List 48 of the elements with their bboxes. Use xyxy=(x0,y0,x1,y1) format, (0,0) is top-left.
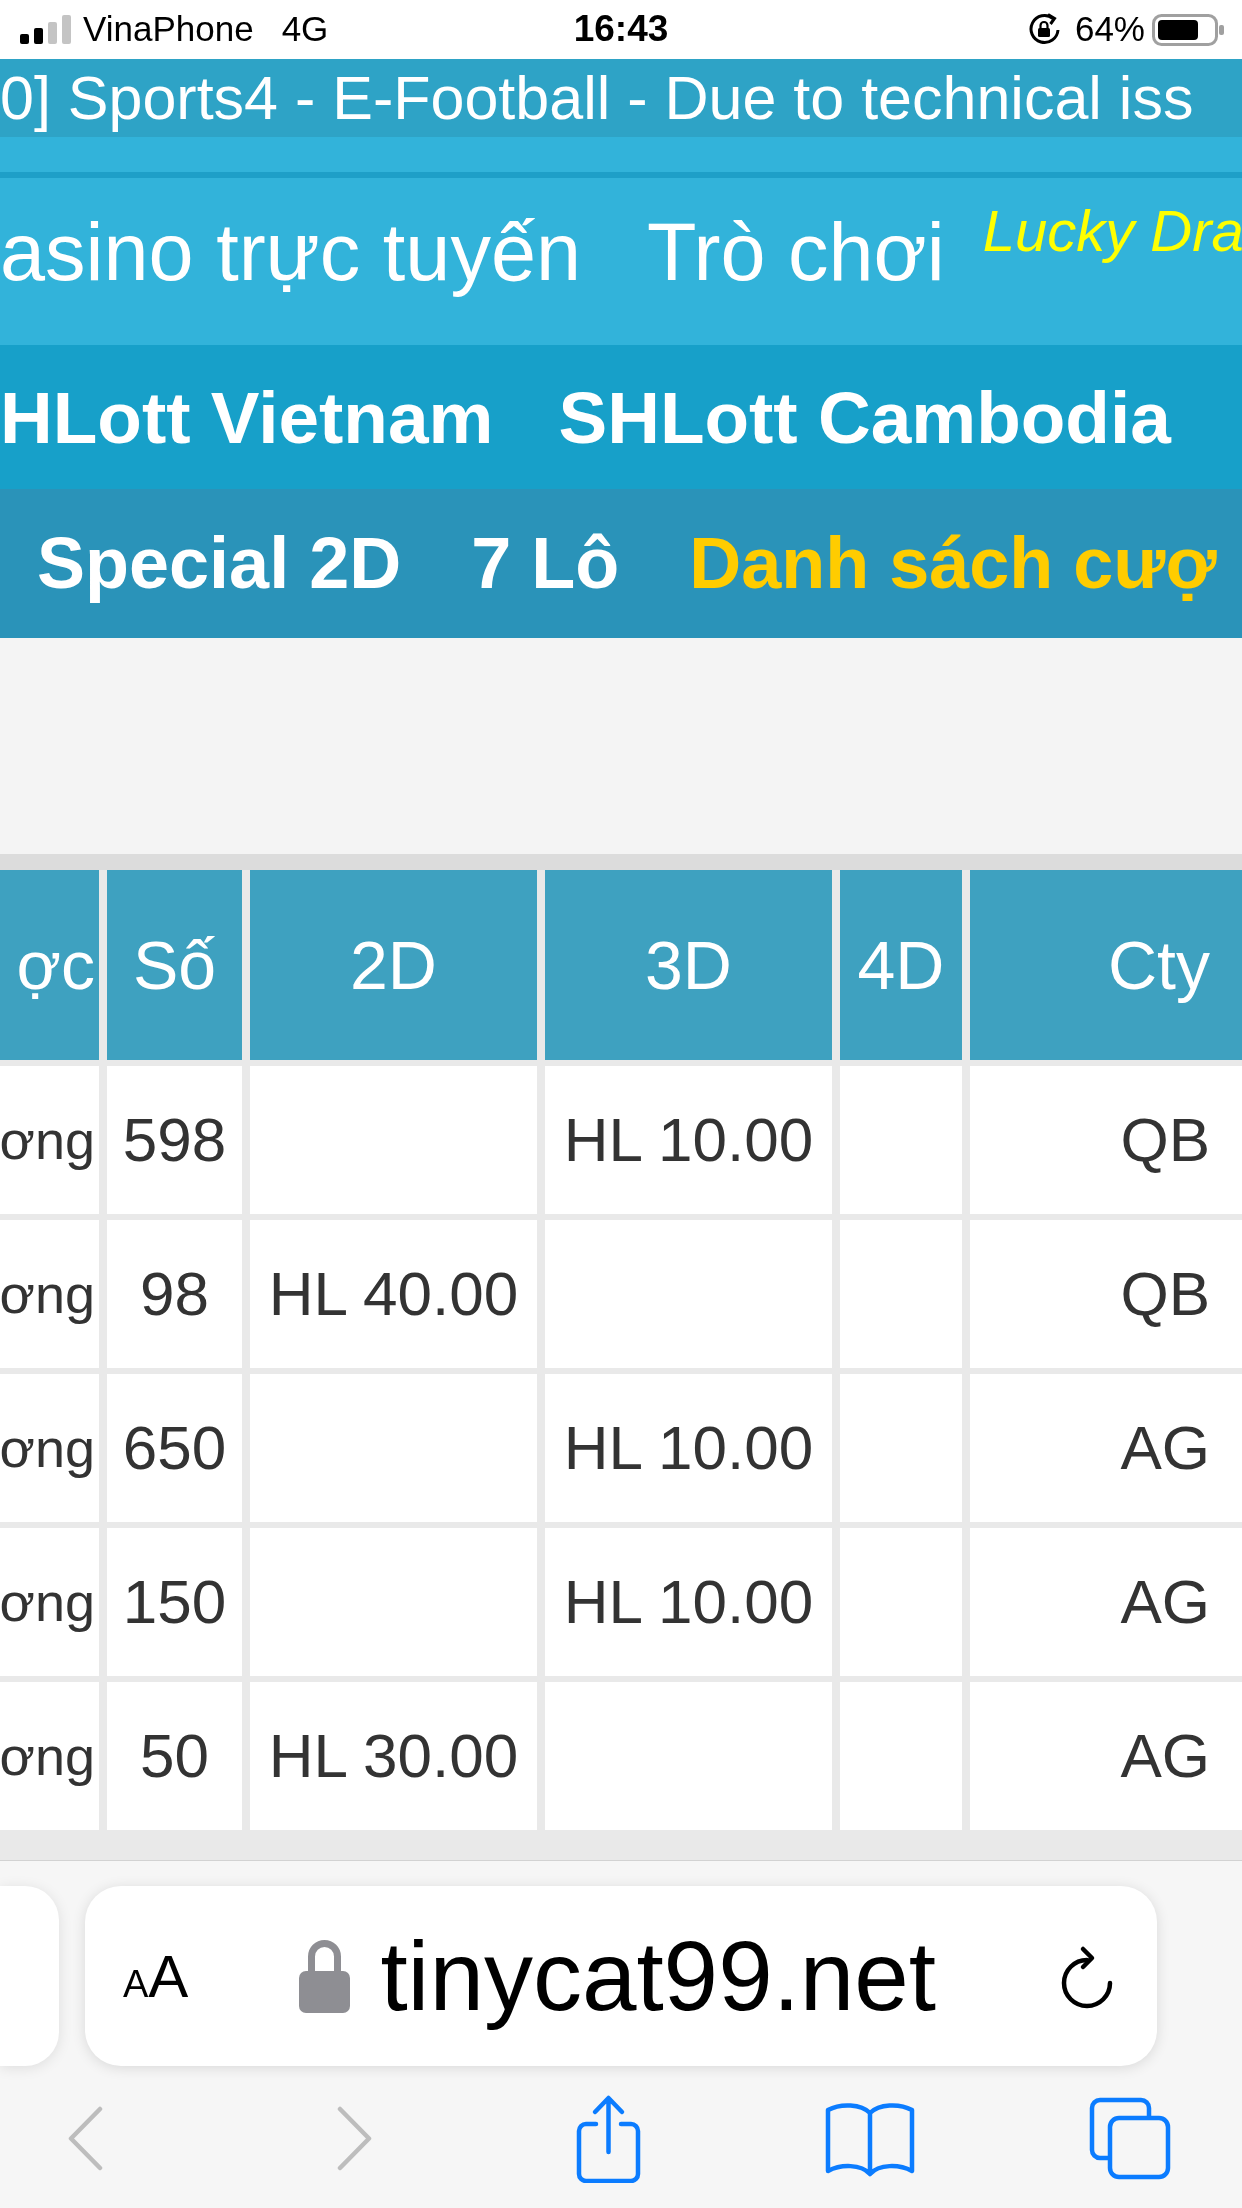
nav-link[interactable]: 7 Lô xyxy=(471,522,620,605)
signal-icon xyxy=(20,15,71,44)
table-cell: ơng xyxy=(0,1528,99,1676)
table-cell: AG xyxy=(970,1528,1242,1676)
table-cell: QB xyxy=(970,1220,1242,1368)
table-cell: ơng xyxy=(0,1374,99,1522)
battery-icon xyxy=(1152,13,1224,46)
table-cell: HL 10.00 xyxy=(545,1374,832,1522)
network-type: 4G xyxy=(281,9,329,50)
column-header: ợc xyxy=(0,870,99,1060)
table-cell: 598 xyxy=(107,1066,242,1214)
table-cell: AG xyxy=(970,1682,1242,1830)
battery-percent: 64% xyxy=(1074,9,1145,50)
table-cell: 650 xyxy=(107,1374,242,1522)
menu-link[interactable]: HLott Vietnam xyxy=(0,376,494,460)
clock-time: 16:43 xyxy=(573,8,669,51)
url-text[interactable]: tinycat99.net xyxy=(380,1914,937,2038)
lock-icon xyxy=(299,1939,351,2013)
table-cell: 98 xyxy=(107,1220,242,1368)
table-cell: ơng xyxy=(0,1220,99,1368)
column-header: 4D xyxy=(840,870,962,1060)
ticker-text: 0] Sports4 - E-Football - Due to technical iss xyxy=(0,62,1194,134)
menu-link[interactable]: asino trực tuyến xyxy=(0,206,581,300)
column-header: Cty xyxy=(970,870,1242,1060)
table-cell: HL 40.00 xyxy=(250,1220,537,1368)
column-header: 2D xyxy=(250,870,537,1060)
menu-link[interactable]: Trò chơi xyxy=(647,206,945,300)
nav-link[interactable]: Special 2D xyxy=(37,522,402,605)
share-icon[interactable] xyxy=(574,2093,643,2183)
table-cell: HL 10.00 xyxy=(545,1528,832,1676)
table-cell: HL 10.00 xyxy=(545,1066,832,1214)
tabs-icon[interactable] xyxy=(1089,2096,1171,2180)
table-cell: ơng xyxy=(0,1682,99,1830)
promo-link[interactable]: Lucky Dra xyxy=(982,198,1242,265)
text-size-button[interactable]: AA xyxy=(123,1941,189,2011)
table-cell: HL 30.00 xyxy=(250,1682,537,1830)
nav-link[interactable]: Danh sách cượ xyxy=(689,522,1217,605)
column-header: 3D xyxy=(545,870,832,1060)
column-header: Số xyxy=(107,870,242,1060)
rotation-lock-icon xyxy=(1026,12,1061,47)
table-cell: QB xyxy=(970,1066,1242,1214)
carrier-name: VinaPhone xyxy=(83,9,254,50)
menu-link[interactable]: SHLott Cambodia xyxy=(558,376,1171,460)
table-cell: 150 xyxy=(107,1528,242,1676)
table-cell: AG xyxy=(970,1374,1242,1522)
table-cell: ơng xyxy=(0,1066,99,1214)
table-cell: 50 xyxy=(107,1682,242,1830)
address-bar[interactable]: AA tinycat99.net xyxy=(85,1886,1157,2066)
